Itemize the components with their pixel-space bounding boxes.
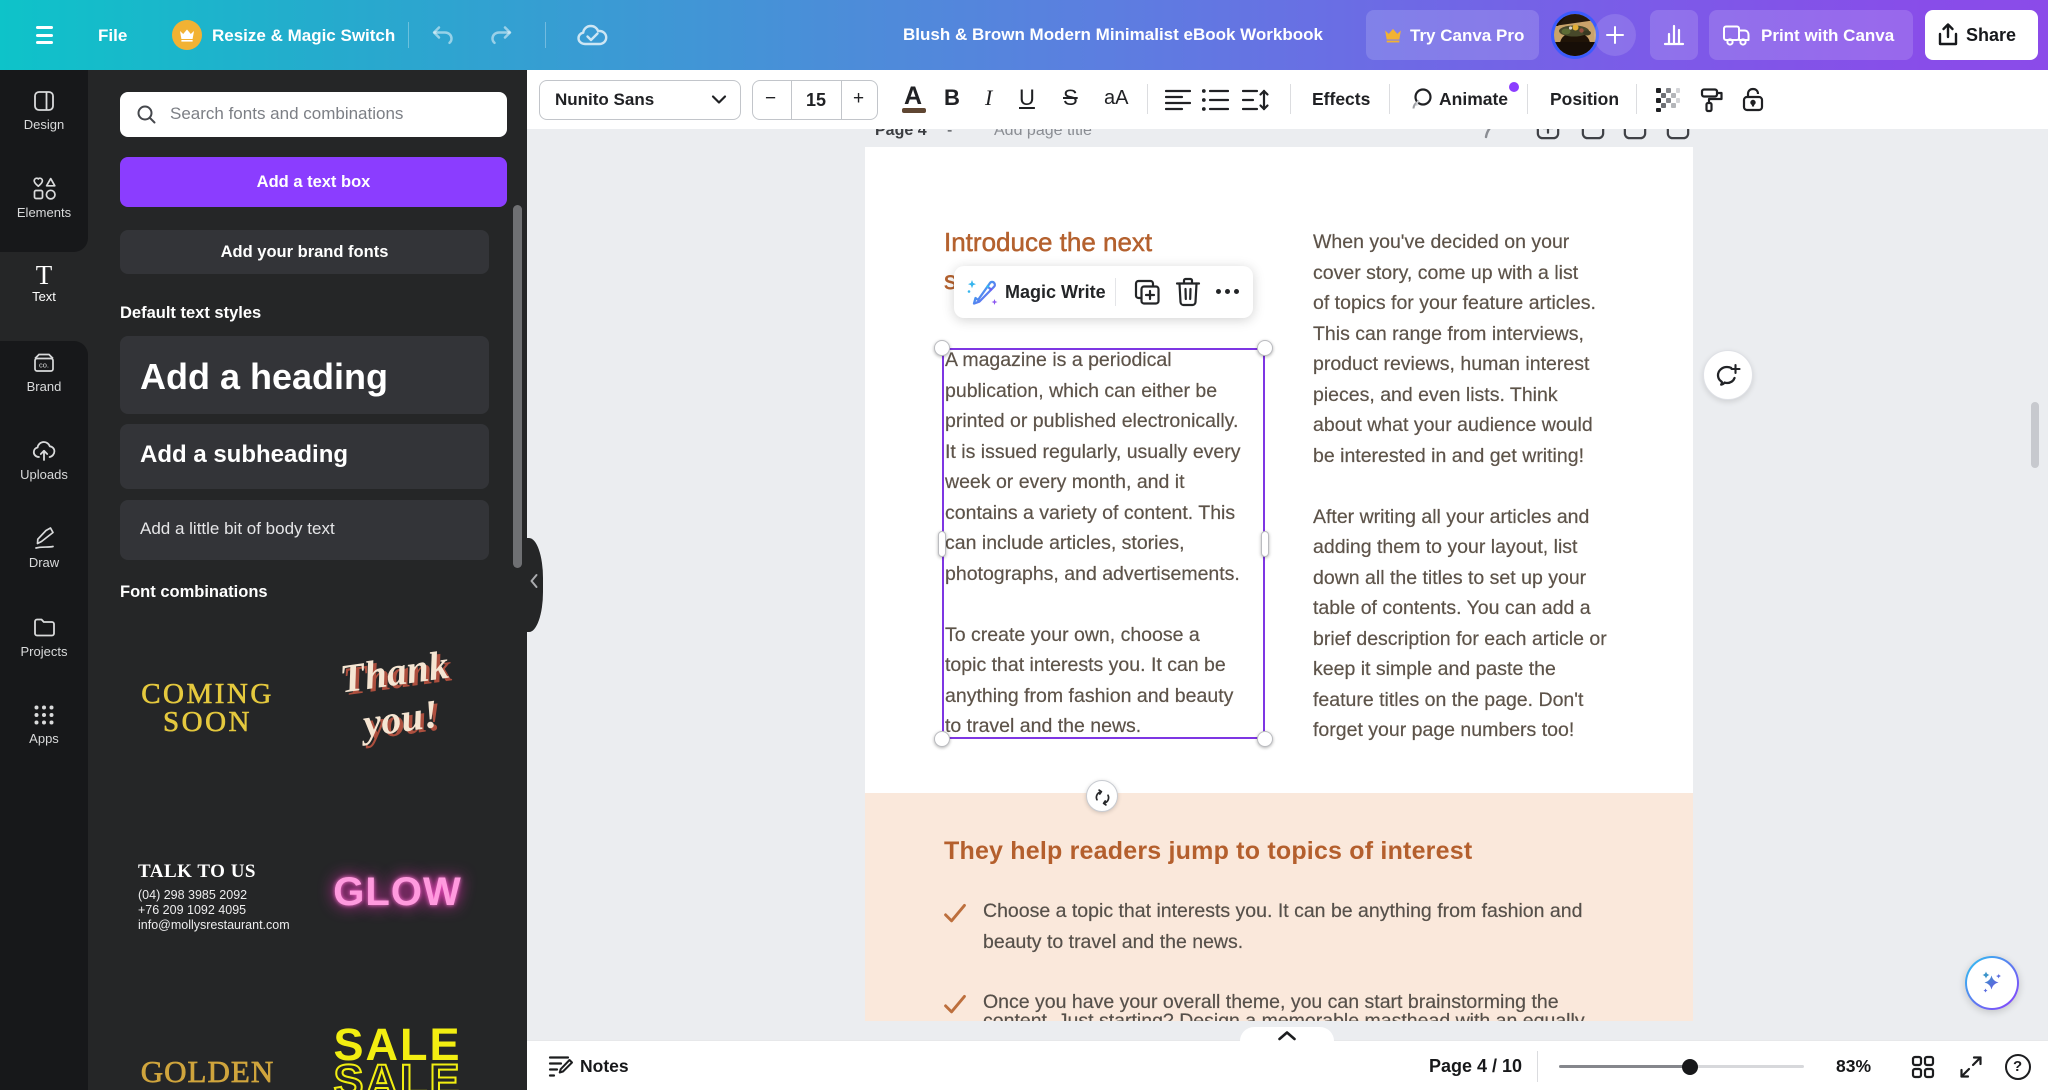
svg-text:co.: co. xyxy=(39,361,49,370)
